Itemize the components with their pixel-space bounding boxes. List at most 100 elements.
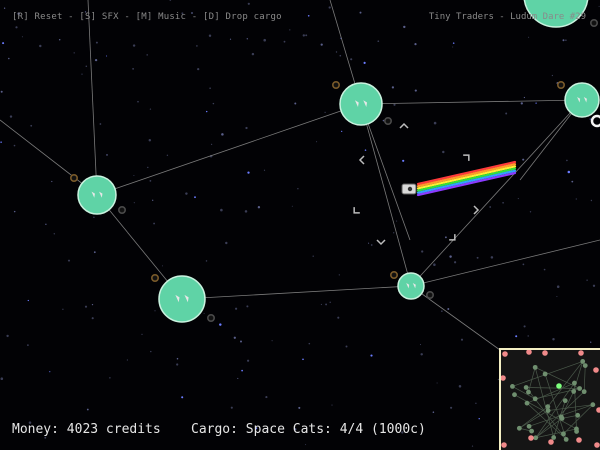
minimap-planet xyxy=(532,396,538,402)
star xyxy=(562,39,565,42)
minimap-planet xyxy=(526,389,531,395)
minimap-planet xyxy=(524,400,530,406)
star xyxy=(62,308,64,310)
planet-body[interactable] xyxy=(77,175,117,215)
star xyxy=(592,284,596,287)
dock-port-icon[interactable] xyxy=(383,117,392,126)
star xyxy=(8,57,10,60)
star xyxy=(132,67,135,70)
star xyxy=(219,323,222,326)
minimap-planet xyxy=(574,429,579,434)
star xyxy=(359,11,362,14)
star xyxy=(308,342,311,345)
star xyxy=(402,159,405,162)
star xyxy=(212,102,215,105)
star xyxy=(523,96,526,99)
minimap-station xyxy=(542,350,548,356)
star xyxy=(247,171,250,174)
dock-port-icon[interactable] xyxy=(425,290,434,299)
star xyxy=(84,305,88,308)
dock-port-icon[interactable] xyxy=(207,313,216,322)
star xyxy=(58,38,61,41)
star xyxy=(298,406,301,409)
star xyxy=(263,38,266,42)
star xyxy=(39,44,42,48)
game-viewport[interactable]: [R] Reset - [S] SFX - [M] Music - [D] Dr… xyxy=(0,0,600,450)
route-line xyxy=(410,285,501,351)
star xyxy=(566,159,568,162)
star xyxy=(9,115,13,118)
star xyxy=(132,44,136,47)
dock-port-icon[interactable] xyxy=(590,114,600,128)
minimap-planet xyxy=(512,392,517,398)
star xyxy=(335,51,338,53)
star xyxy=(93,251,96,254)
dock-port-icon[interactable] xyxy=(118,206,127,215)
minimap-station xyxy=(501,442,507,448)
minimap-station xyxy=(593,367,599,373)
planet-icon[interactable] xyxy=(151,273,216,323)
star xyxy=(403,25,406,29)
planet-icon[interactable] xyxy=(556,81,600,118)
star xyxy=(230,406,233,409)
star xyxy=(150,350,152,353)
star xyxy=(515,335,518,338)
star xyxy=(312,255,314,257)
star xyxy=(489,206,492,208)
planet-body[interactable] xyxy=(339,82,383,126)
star xyxy=(137,100,139,103)
money-display: Money: 4023 credits xyxy=(12,422,161,437)
star xyxy=(476,256,479,259)
minimap-station xyxy=(576,437,582,443)
planet-icon[interactable] xyxy=(331,81,392,126)
dock-port-icon[interactable] xyxy=(589,18,598,27)
dock-port-icon[interactable] xyxy=(151,273,160,282)
star xyxy=(458,385,462,388)
star xyxy=(30,124,33,127)
star xyxy=(339,54,342,57)
star xyxy=(556,295,558,298)
minimap-planet xyxy=(580,359,586,364)
star xyxy=(522,158,525,161)
star xyxy=(106,154,108,156)
minimap[interactable] xyxy=(499,348,600,450)
star xyxy=(502,201,504,204)
dock-port-icon[interactable] xyxy=(70,174,79,183)
minimap-route xyxy=(519,410,549,429)
dock-port-icon[interactable] xyxy=(331,81,340,90)
star xyxy=(203,312,205,314)
planet-body[interactable] xyxy=(564,82,600,118)
dock-port-icon[interactable] xyxy=(556,81,565,90)
planet-body[interactable] xyxy=(158,275,206,323)
planet-body[interactable] xyxy=(397,272,425,300)
star xyxy=(93,216,95,219)
star xyxy=(478,418,480,420)
star xyxy=(305,444,307,446)
star xyxy=(147,166,149,169)
star xyxy=(153,222,156,225)
star xyxy=(176,363,179,366)
star xyxy=(209,87,211,89)
star xyxy=(51,180,53,183)
star xyxy=(598,5,600,7)
planets[interactable] xyxy=(70,0,600,323)
star xyxy=(433,121,437,125)
star xyxy=(586,279,588,281)
cargo-display: Cargo: Space Cats: 4/4 (1000c) xyxy=(191,422,426,437)
star xyxy=(169,0,172,1)
planet-icon[interactable] xyxy=(389,270,434,300)
target-bracket-icon xyxy=(376,239,386,246)
minimap-planet xyxy=(572,380,577,386)
dock-port-icon[interactable] xyxy=(389,270,398,279)
minimap-route xyxy=(528,367,536,393)
star xyxy=(345,345,348,348)
minimap-planet xyxy=(545,404,551,410)
star xyxy=(393,103,396,106)
star xyxy=(517,198,519,200)
star xyxy=(13,210,16,213)
star xyxy=(225,241,228,245)
minimap-planet xyxy=(590,402,596,408)
star xyxy=(302,34,305,37)
minimap-station xyxy=(596,407,600,413)
star xyxy=(490,256,494,259)
